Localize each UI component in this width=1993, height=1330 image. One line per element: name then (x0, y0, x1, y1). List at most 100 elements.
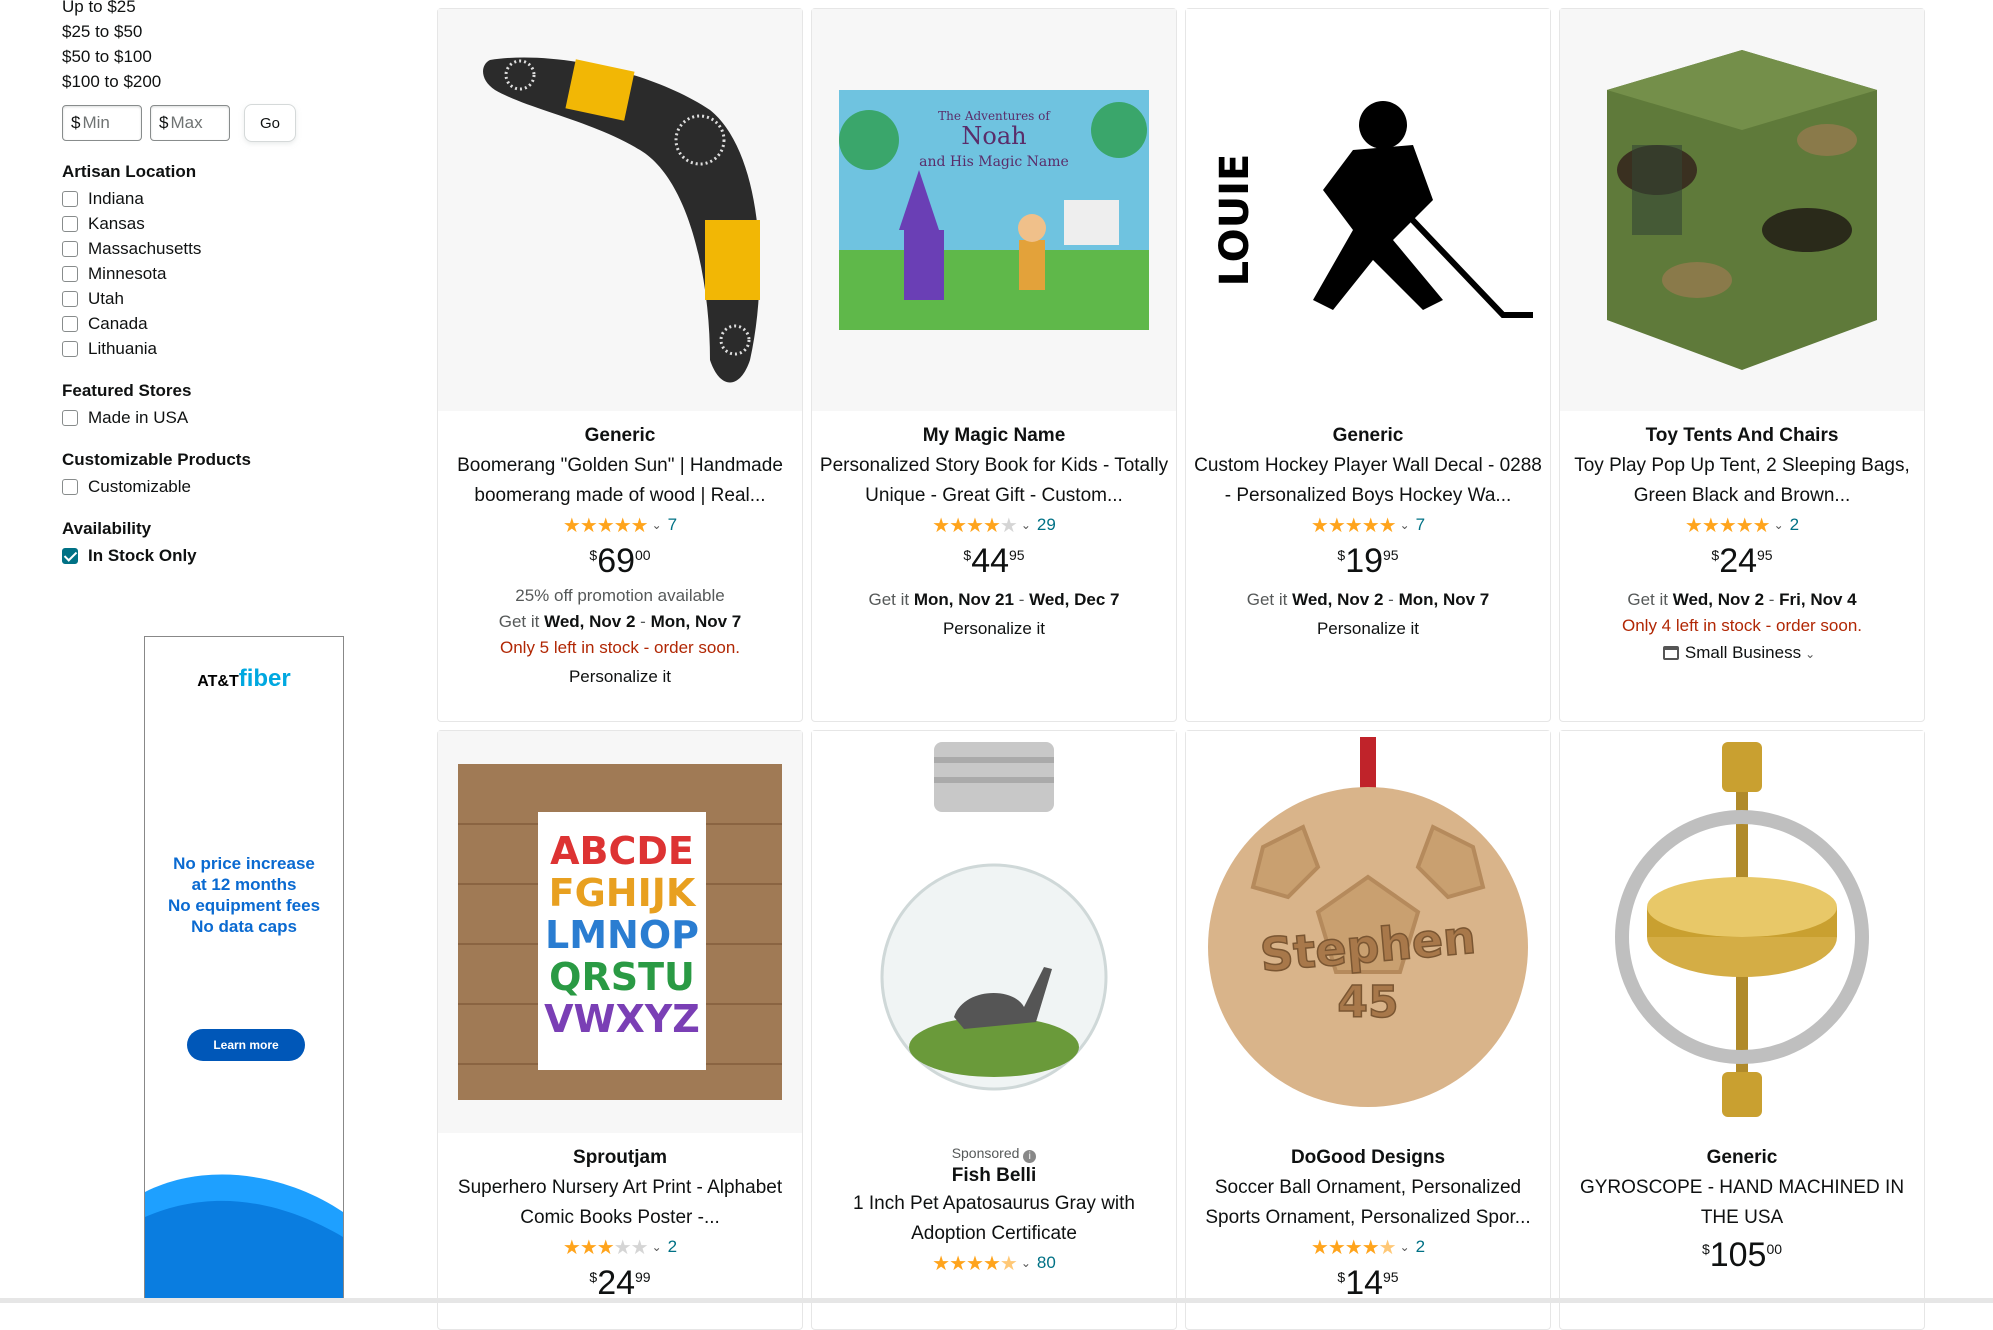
product-title-link[interactable]: Soccer Ball Ornament, Personalized Sport… (1186, 1173, 1550, 1233)
product-card[interactable]: The Adventures of Noah and His Magic Nam… (811, 8, 1177, 722)
checkbox[interactable] (62, 240, 78, 257)
price-min-input[interactable]: $ Min (62, 105, 142, 141)
product-rating[interactable]: ★★★★★ ⌄ 2 (1186, 1233, 1550, 1261)
stock-warning: Only 5 left in stock - order soon. (500, 638, 740, 657)
star-rating-icon: ★★★★★ (932, 514, 1018, 537)
price-range: $ Min $ Max Go (62, 104, 402, 142)
product-image[interactable] (812, 731, 1176, 1133)
product-title-link[interactable]: Boomerang "Golden Sun" | Handmade boomer… (438, 451, 802, 511)
ad-learn-more-button[interactable]: Learn more (187, 1029, 305, 1061)
checkbox-checked[interactable] (62, 547, 78, 564)
product-rating[interactable]: ★★★★★ ⌄ 29 (812, 511, 1176, 539)
product-card[interactable]: Generic GYROSCOPE - HAND MACHINED IN THE… (1559, 730, 1925, 1330)
review-count-link[interactable]: 7 (668, 515, 677, 535)
price-link-up-to-25[interactable]: Up to $25 (62, 0, 402, 19)
small-business-label: Small Business (1684, 643, 1802, 662)
product-image[interactable] (438, 9, 802, 411)
filter-artisan-location[interactable]: Minnesota (62, 261, 402, 286)
product-card[interactable]: Toy Tents And Chairs Toy Play Pop Up Ten… (1559, 8, 1925, 722)
checkbox[interactable] (62, 215, 78, 232)
review-count-link[interactable]: 2 (668, 1237, 677, 1257)
product-price[interactable]: $10500 (1560, 1233, 1924, 1277)
product-rating[interactable]: ★★★★★ ⌄ 80 (812, 1249, 1176, 1277)
delivery-to: Fri, Nov 4 (1779, 590, 1857, 609)
product-card[interactable]: ABCDE FGHIJK LMNOP QRSTU VWXYZ Sproutjam… (437, 730, 803, 1330)
filter-artisan-location[interactable]: Massachusetts (62, 236, 402, 261)
product-info: Toy Tents And Chairs Toy Play Pop Up Ten… (1560, 421, 1924, 667)
price-go-button[interactable]: Go (244, 104, 296, 142)
product-price[interactable]: $6900 (438, 539, 802, 583)
product-price[interactable]: $1995 (1186, 539, 1550, 583)
checkbox[interactable] (62, 265, 78, 282)
filter-artisan-location[interactable]: Canada (62, 311, 402, 336)
star-rating-icon: ★★★★★ (1684, 514, 1771, 537)
poster-row: QRSTU (549, 955, 695, 999)
checkbox[interactable] (62, 290, 78, 307)
price-fraction: 99 (635, 1269, 651, 1285)
product-title-link[interactable]: Superhero Nursery Art Print - Alphabet C… (438, 1173, 802, 1233)
filter-artisan-location[interactable]: Kansas (62, 211, 402, 236)
product-image[interactable] (1560, 9, 1924, 411)
product-image[interactable]: LOUIE (1186, 9, 1550, 411)
personalize-it-link[interactable]: Personalize it (438, 661, 802, 693)
product-title-link[interactable]: GYROSCOPE - HAND MACHINED IN THE USA (1560, 1173, 1924, 1233)
filter-customizable[interactable]: Customizable (62, 474, 402, 499)
book-cover-name: Noah (961, 122, 1026, 150)
ad-copy: No price increase at 12 months No equipm… (145, 853, 343, 937)
product-rating[interactable]: ★★★★★ ⌄ 2 (438, 1233, 802, 1261)
price-whole: 14 (1345, 1264, 1384, 1302)
checkbox[interactable] (62, 340, 78, 357)
checkbox[interactable] (62, 409, 78, 426)
promotion-text: 25% off promotion available (515, 586, 725, 605)
product-rating[interactable]: ★★★★★ ⌄ 7 (438, 511, 802, 539)
product-image[interactable]: The Adventures of Noah and His Magic Nam… (812, 9, 1176, 411)
review-count-link[interactable]: 2 (1790, 515, 1799, 535)
product-title-link[interactable]: Custom Hockey Player Wall Decal - 0288 -… (1186, 451, 1550, 511)
product-rating[interactable]: ★★★★★ ⌄ 2 (1560, 511, 1924, 539)
price-link-25-to-50[interactable]: $25 to $50 (62, 19, 402, 44)
review-count-link[interactable]: 2 (1416, 1237, 1425, 1257)
filter-made-in-usa[interactable]: Made in USA (62, 405, 402, 430)
filter-artisan-location[interactable]: Utah (62, 286, 402, 311)
filter-artisan-location[interactable]: Indiana (62, 186, 402, 211)
personalize-it-link[interactable]: Personalize it (812, 613, 1176, 645)
product-info: My Magic Name Personalized Story Book fo… (812, 421, 1176, 645)
product-image[interactable] (1560, 731, 1924, 1133)
product-rating[interactable]: ★★★★★ ⌄ 7 (1186, 511, 1550, 539)
product-image[interactable]: Stephen 45 (1186, 731, 1550, 1133)
small-business-badge[interactable]: Small Business ⌄ (1560, 639, 1924, 667)
product-card[interactable]: Generic Boomerang "Golden Sun" | Handmad… (437, 8, 803, 722)
checkbox[interactable] (62, 315, 78, 332)
product-card[interactable]: LOUIE Generic Custom Hockey Player Wall … (1185, 8, 1551, 722)
filter-label: Massachusetts (88, 238, 202, 258)
filter-artisan-location[interactable]: Lithuania (62, 336, 402, 361)
price-max-input[interactable]: $ Max (150, 105, 230, 141)
price-link-100-to-200[interactable]: $100 to $200 (62, 69, 402, 94)
checkbox[interactable] (62, 190, 78, 207)
product-title-link[interactable]: 1 Inch Pet Apatosaurus Gray with Adoptio… (812, 1189, 1176, 1249)
review-count-link[interactable]: 7 (1416, 515, 1425, 535)
product-title-link[interactable]: Personalized Story Book for Kids - Total… (812, 451, 1176, 511)
review-count-link[interactable]: 80 (1037, 1253, 1056, 1273)
price-fraction: 95 (1009, 547, 1025, 563)
stock-warning: Only 4 left in stock - order soon. (1622, 616, 1862, 635)
att-fiber-ad[interactable]: AT&Tfiber No price increase at 12 months… (144, 636, 344, 1303)
review-count-link[interactable]: 29 (1037, 515, 1056, 535)
product-price[interactable]: $2495 (1560, 539, 1924, 583)
star-rating-icon: ★★★★★ (1310, 514, 1397, 537)
price-symbol: $ (589, 547, 598, 563)
price-whole: 105 (1709, 1236, 1767, 1274)
product-price[interactable]: $4495 (812, 539, 1176, 583)
product-image[interactable]: ABCDE FGHIJK LMNOP QRSTU VWXYZ (438, 731, 802, 1133)
checkbox[interactable] (62, 478, 78, 495)
delivery-to: Mon, Nov 7 (1398, 590, 1490, 609)
product-card[interactable]: Sponsored i Fish Belli 1 Inch Pet Apatos… (811, 730, 1177, 1330)
product-title-link[interactable]: Toy Play Pop Up Tent, 2 Sleeping Bags, G… (1560, 451, 1924, 511)
price-link-50-to-100[interactable]: $50 to $100 (62, 44, 402, 69)
product-card[interactable]: Stephen 45 DoGood Designs Soccer Ball Or… (1185, 730, 1551, 1330)
chevron-down-icon: ⌄ (1805, 647, 1816, 661)
page-bottom-edge (0, 1298, 1993, 1303)
filter-in-stock-only[interactable]: In Stock Only (62, 543, 402, 568)
personalize-it-link[interactable]: Personalize it (1186, 613, 1550, 645)
sponsored-label[interactable]: Sponsored i (812, 1143, 1176, 1163)
